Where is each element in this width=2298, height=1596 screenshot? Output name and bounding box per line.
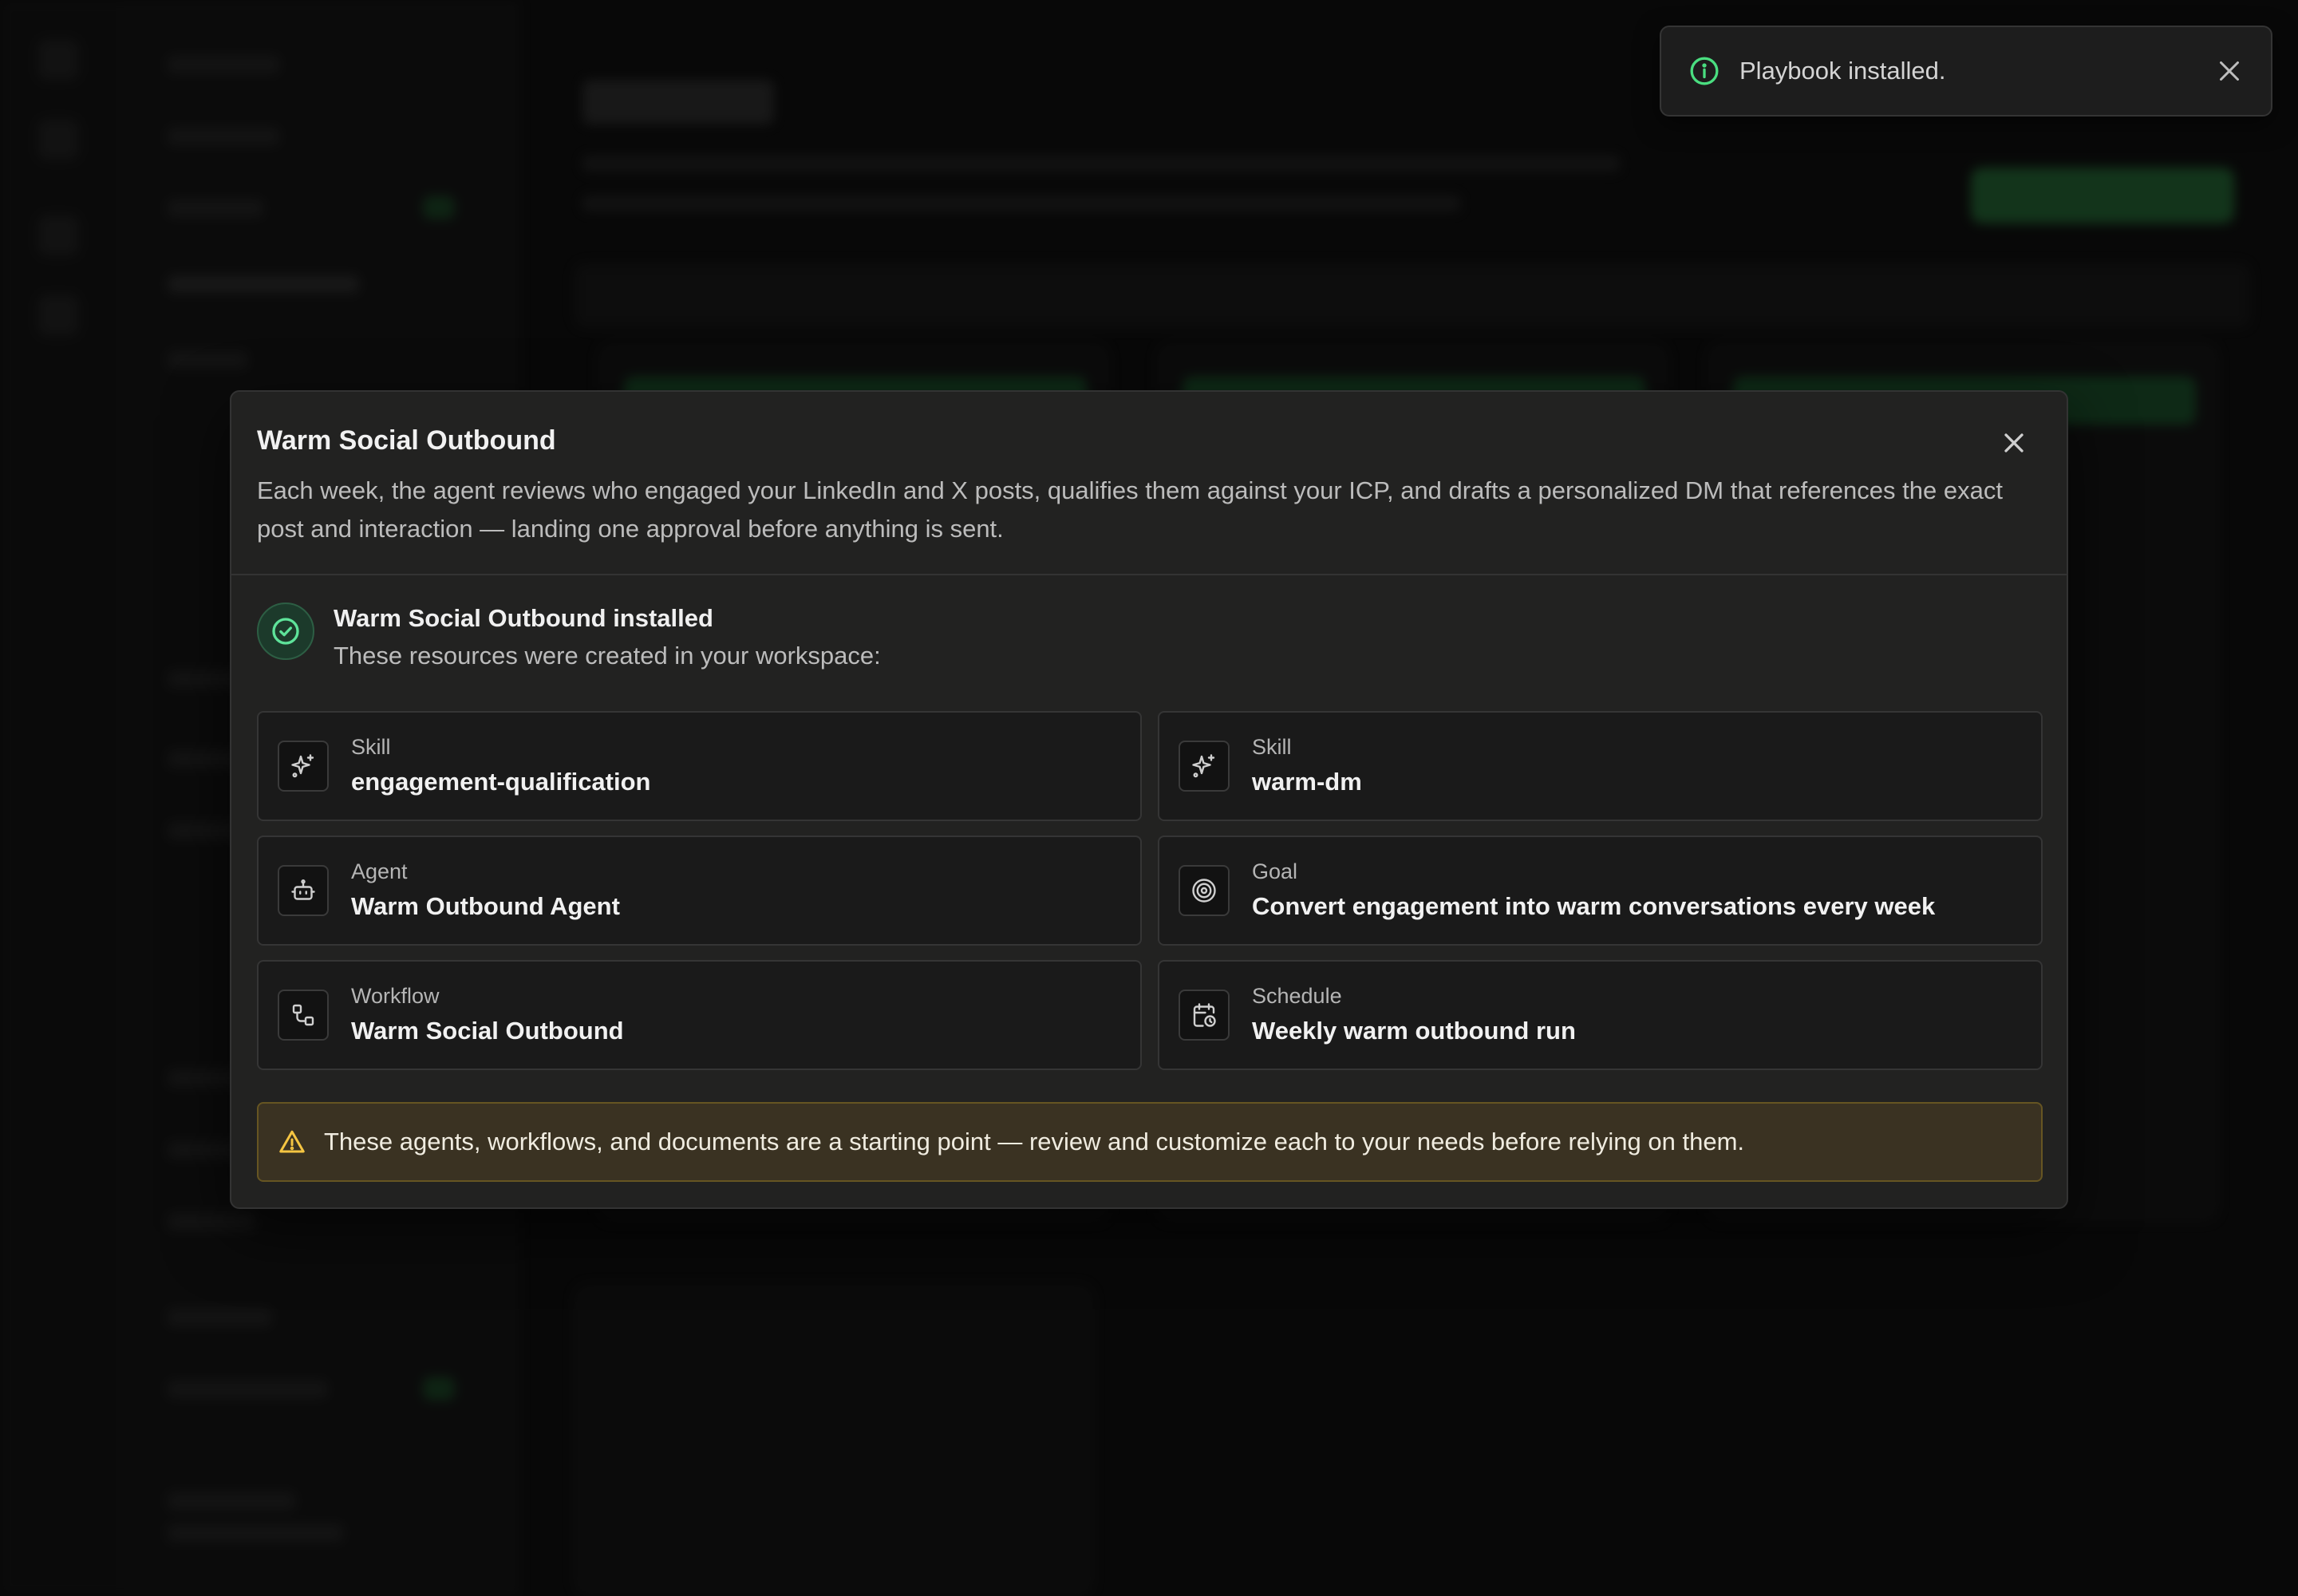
resource-type: Agent	[351, 859, 408, 883]
info-icon	[1690, 57, 1719, 85]
close-icon[interactable]	[1998, 427, 2030, 459]
resource-name: Warm Outbound Agent	[351, 892, 620, 920]
dialog-description: Each week, the agent reviews who engaged…	[257, 476, 2003, 543]
sparkles-icon	[278, 741, 329, 792]
toast-notification: Playbook installed.	[1660, 26, 2272, 117]
success-subtitle: These resources were created in your wor…	[334, 642, 881, 670]
resource-card-goal[interactable]: Goal Convert engagement into warm conver…	[1158, 836, 2043, 946]
resource-card-schedule[interactable]: Schedule Weekly warm outbound run	[1158, 960, 2043, 1070]
warning-text: These agents, workflows, and documents a…	[324, 1128, 1745, 1156]
resource-card-agent[interactable]: Agent Warm Outbound Agent	[257, 836, 1142, 946]
bot-icon	[278, 865, 329, 916]
resource-card-skill[interactable]: Skill engagement-qualification	[257, 711, 1142, 821]
resource-type: Workflow	[351, 984, 440, 1008]
workflow-icon	[278, 990, 329, 1041]
resource-type: Schedule	[1252, 984, 1342, 1008]
dialog-header: Warm Social Outbound Each week, the agen…	[231, 392, 2067, 575]
dialog-title: Warm Social Outbound	[257, 425, 556, 456]
target-icon	[1179, 865, 1230, 916]
resource-name: Weekly warm outbound run	[1252, 1017, 1576, 1045]
resource-type: Skill	[1252, 735, 1292, 759]
close-icon[interactable]	[2215, 57, 2244, 85]
resource-card-skill[interactable]: Skill warm-dm	[1158, 711, 2043, 821]
calendar-clock-icon	[1179, 990, 1230, 1041]
resource-card-workflow[interactable]: Workflow Warm Social Outbound	[257, 960, 1142, 1070]
resource-type: Skill	[351, 735, 391, 759]
toast-message: Playbook installed.	[1739, 57, 1946, 85]
success-title: Warm Social Outbound installed	[334, 604, 713, 632]
resource-name: Warm Social Outbound	[351, 1017, 624, 1045]
warning-triangle-icon	[279, 1130, 305, 1153]
install-success: Warm Social Outbound installed These res…	[257, 602, 881, 674]
check-circle-icon	[257, 602, 314, 660]
resource-name: warm-dm	[1252, 768, 1362, 796]
resource-name: engagement-qualification	[351, 768, 651, 796]
resource-name: Convert engagement into warm conversatio…	[1252, 892, 1936, 920]
sparkles-icon	[1179, 741, 1230, 792]
resource-type: Goal	[1252, 859, 1298, 883]
resources-grid: Skill engagement-qualification Skill war…	[257, 711, 2043, 1070]
warning-callout: These agents, workflows, and documents a…	[257, 1102, 2043, 1182]
playbook-installed-dialog: Warm Social Outbound Each week, the agen…	[230, 390, 2068, 1209]
